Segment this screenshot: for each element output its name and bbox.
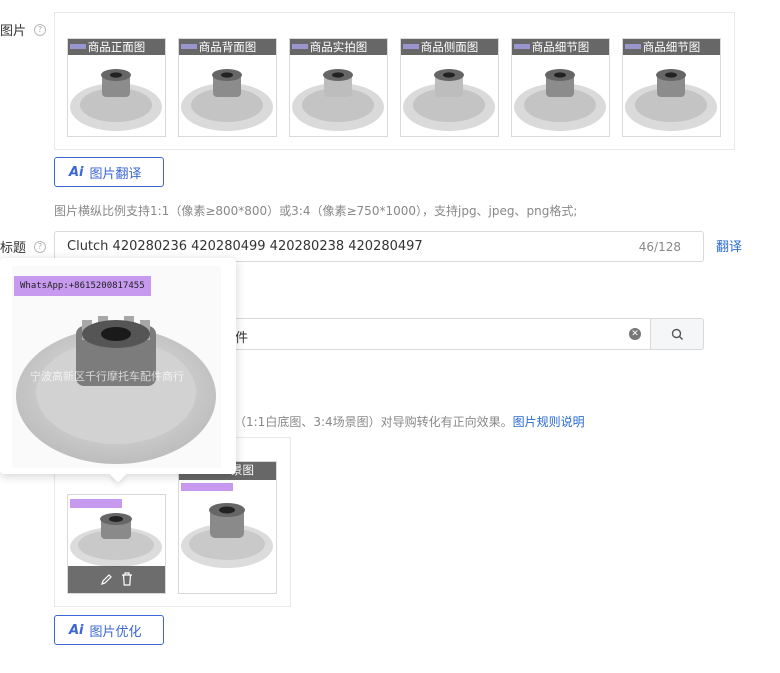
search-icon [671,328,683,340]
image-optimize-label: 图片优化 [89,624,142,640]
product-image [514,69,606,131]
image-optimize-button[interactable]: Ai 图片优化 [54,615,164,645]
watermark-badge [514,44,530,49]
clear-icon[interactable]: ✕ [629,328,641,340]
edit-icon[interactable] [100,573,113,586]
watermark-badge [181,44,197,49]
thumb-caption: 商品实拍图 [290,39,387,55]
product-image [292,69,384,131]
search-input[interactable]: 件 ✕ [200,318,651,350]
product-image [181,503,273,568]
delete-icon[interactable] [121,572,133,586]
product-image [70,69,162,131]
overlay-watermark: 宁波高新区千行摩托车配件商行 [30,370,184,383]
product-image [403,69,495,131]
images-gallery: 商品正面图 商品背面图 商品实拍图 商品侧面图 商品细节图 商品细节图 [54,12,735,150]
preview-image: WhatsApp:+8615200817455 宁波高新区千行摩托车配件商行 [12,266,221,468]
watermark-badge [181,483,233,491]
images-label: 图片 [0,24,27,39]
product-image [70,513,162,567]
thumb-caption: 商品细节图 [512,39,609,55]
product-image [181,69,273,131]
search-button[interactable] [650,318,704,350]
gallery-thumb-5[interactable]: 商品细节图 [511,38,610,137]
gallery-thumb-2[interactable]: 商品背面图 [178,38,277,137]
watermark-badge [625,44,641,49]
title-value: Clutch 420280236 420280499 420280238 420… [67,239,423,254]
thumb-caption: 商品背面图 [179,39,276,55]
watermark-badge [70,44,86,49]
image-rule-hint: （1:1白底图、3:4场景图）对导购转化有正向效果。图片规则说明 [234,413,585,430]
rule-hint-text: （1:1白底图、3:4场景图）对导购转化有正向效果。 [234,415,513,429]
image-preview-popover: WhatsApp:+8615200817455 宁波高新区千行摩托车配件商行 [0,258,236,483]
gallery-thumb-6[interactable]: 商品细节图 [622,38,721,137]
marketing-thumb-1[interactable] [67,494,166,594]
ai-icon: Ai [69,164,84,180]
image-format-hint: 图片横纵比例支持1:1（像素≥800*800）或3:4（像素≥750*1000）… [54,204,578,218]
title-label: 标题 [0,241,27,256]
question-circle-icon[interactable]: ? [34,24,46,36]
gallery-thumb-3[interactable]: 商品实拍图 [289,38,388,137]
image-translate-label: 图片翻译 [89,166,142,182]
search-value: 件 [235,331,249,346]
title-translate-link[interactable]: 翻译 [716,236,742,255]
watermark-text: WhatsApp:+8615200817455 [14,276,151,296]
ai-icon: Ai [69,622,84,638]
gallery-thumb-4[interactable]: 商品侧面图 [400,38,499,137]
question-circle-icon[interactable]: ? [34,241,46,253]
title-char-counter: 46/128 [638,240,681,254]
thumb-caption: 商品细节图 [623,39,720,55]
product-image [625,69,717,131]
thumb-actions-bar [68,566,165,593]
image-translate-button[interactable]: Ai 图片翻译 [54,157,164,187]
thumb-caption: 商品侧面图 [401,39,498,55]
image-rule-link[interactable]: 图片规则说明 [513,415,585,429]
gallery-thumb-1[interactable]: 商品正面图 [67,38,166,137]
watermark-badge [403,44,419,49]
watermark-badge [292,44,308,49]
thumb-caption: 商品正面图 [68,39,165,55]
marketing-thumb-2[interactable]: 景图 [178,461,277,594]
